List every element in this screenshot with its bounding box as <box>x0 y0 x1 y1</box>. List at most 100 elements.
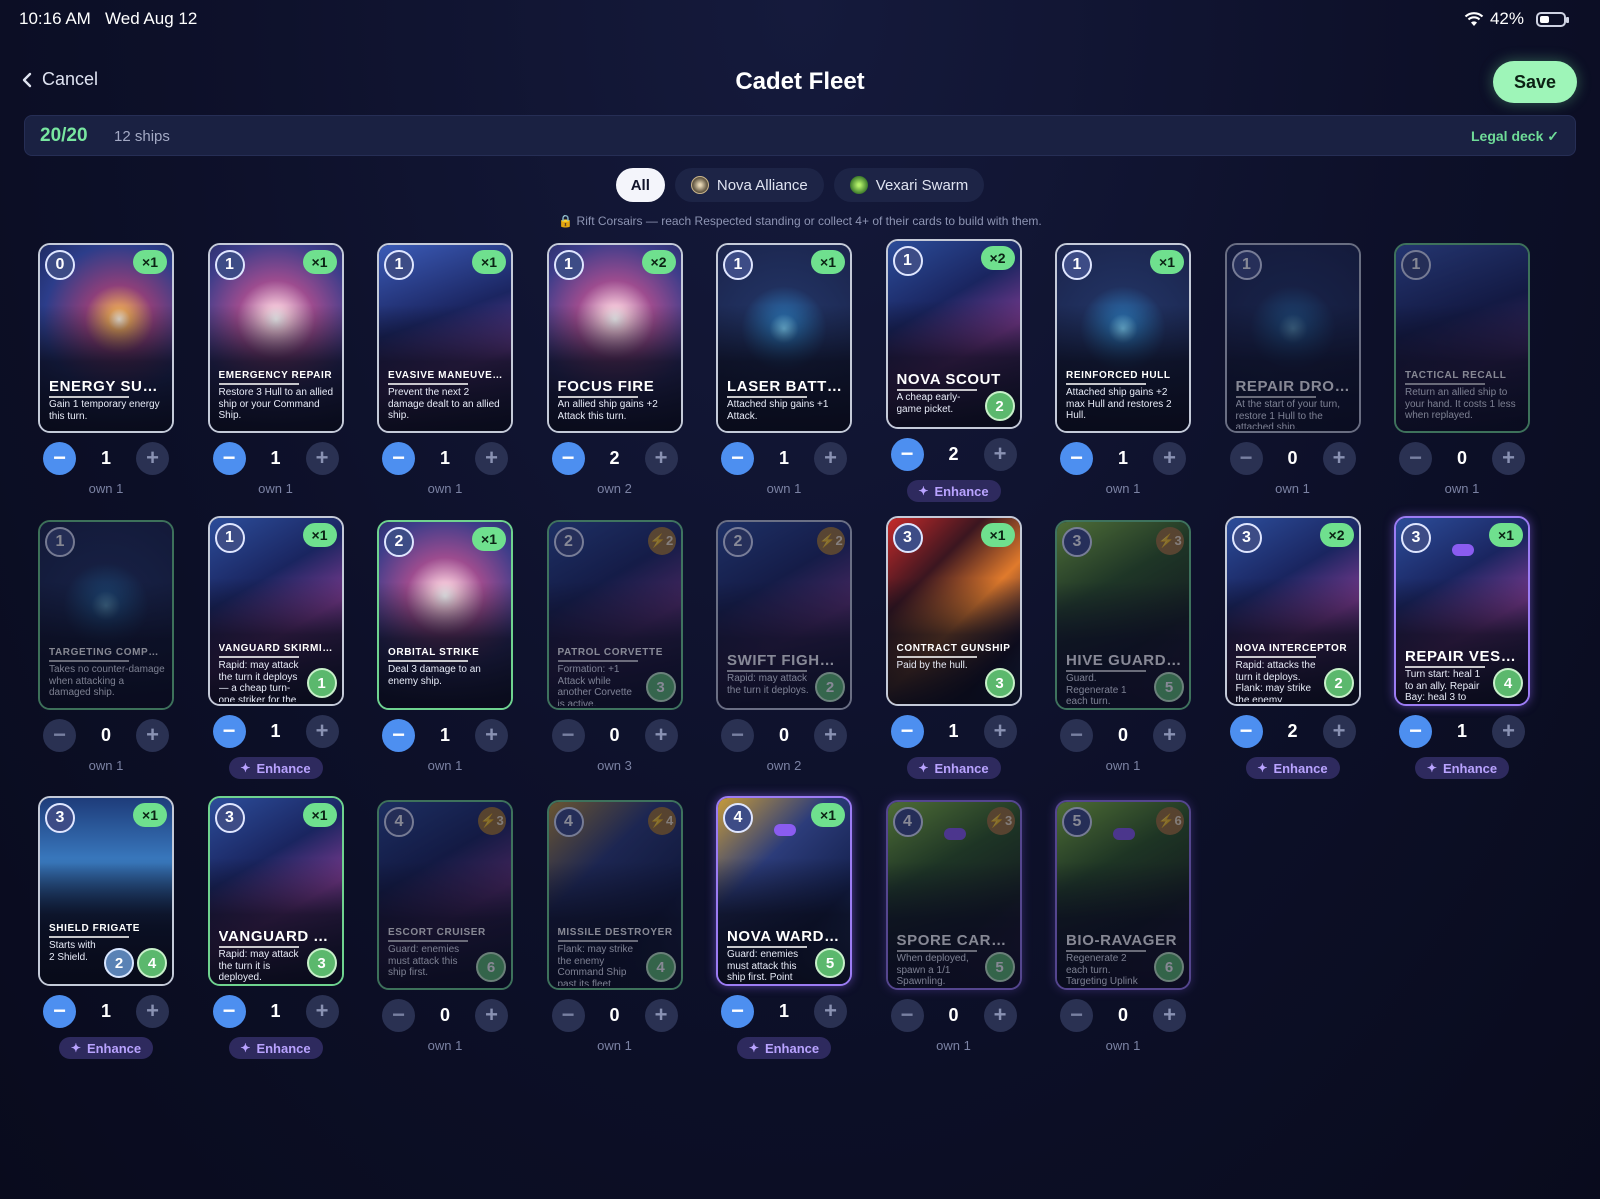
card[interactable]: 1 ×1 Emergency Repair Restore 3 Hull to an … <box>207 243 344 433</box>
decrease-button[interactable]: − <box>212 994 246 1028</box>
decrease-button[interactable]: − <box>551 718 585 752</box>
decrease-button[interactable]: − <box>1060 441 1093 475</box>
decrease-button[interactable]: − <box>382 998 415 1032</box>
decrease-button[interactable]: − <box>43 718 76 752</box>
increase-button[interactable]: + <box>814 994 847 1028</box>
card[interactable]: 2 ⚡2 Patrol Corvette Formation: +1 Attack w… <box>546 520 683 710</box>
card[interactable]: 4 ⚡4 Missile Destroyer Flank: may strike th… <box>546 800 683 990</box>
enhance-button[interactable]: ✦ Enhance <box>906 480 1001 502</box>
increase-button[interactable]: + <box>475 441 508 475</box>
increase-button[interactable]: + <box>1153 718 1186 752</box>
decrease-button[interactable]: − <box>212 714 246 748</box>
decrease-button[interactable]: − <box>1060 718 1093 752</box>
increase-button[interactable]: + <box>136 994 169 1028</box>
enhance-button[interactable]: ✦ Enhance <box>737 1037 831 1059</box>
decrease-button[interactable]: − <box>721 718 754 752</box>
enhance-label: Enhance <box>1442 760 1498 776</box>
decrease-button[interactable]: − <box>551 441 585 475</box>
owned-count: own 3 <box>597 758 632 773</box>
card[interactable]: 0 ×1 Energy Surge Gain 1 temporary energy t… <box>38 243 174 433</box>
enhancement-tag-icon <box>774 824 796 836</box>
increase-button[interactable]: + <box>305 714 339 748</box>
enhance-button[interactable]: ✦ Enhance <box>1245 757 1340 779</box>
increase-button[interactable]: + <box>644 441 678 475</box>
decrease-button[interactable]: − <box>721 441 754 475</box>
card[interactable]: 1 ×1 Laser Battery Attached ship gains +1 A… <box>716 243 852 433</box>
increase-button[interactable]: + <box>644 998 678 1032</box>
increase-button[interactable]: + <box>983 437 1017 471</box>
decrease-button[interactable]: − <box>890 998 924 1032</box>
increase-button[interactable]: + <box>305 441 339 475</box>
increase-button[interactable]: + <box>305 994 339 1028</box>
quantity-controls: − 1 + <box>370 441 520 475</box>
increase-button[interactable]: + <box>983 714 1017 748</box>
increase-button[interactable]: + <box>814 441 847 475</box>
card[interactable]: 1 ×1 Reinforced Hull Attached ship gains +2… <box>1055 243 1191 433</box>
decrease-button[interactable]: − <box>1399 714 1432 748</box>
owned-count: own 1 <box>597 1038 632 1053</box>
filter-all[interactable]: All <box>615 168 665 202</box>
increase-button[interactable]: + <box>1492 441 1525 475</box>
copies-badge: ×2 <box>1319 523 1354 547</box>
decrease-button[interactable]: − <box>382 718 415 752</box>
card[interactable]: 5 ⚡6 Bio-Ravager Regenerate 2 each turn. Ta… <box>1055 800 1191 990</box>
card[interactable]: 1 Tactical Recall Return an allied ship to… <box>1394 243 1530 433</box>
vexari-swarm-icon <box>849 176 868 194</box>
card[interactable]: 1 ×1 Vanguard Skirmish... Rapid: may attack… <box>207 516 344 706</box>
increase-button[interactable]: + <box>1322 714 1356 748</box>
card[interactable]: 3 ×1 Contract Gunship Paid by the hull. 3 <box>885 516 1022 706</box>
card[interactable]: 3 ×1 Shield Frigate Starts with 2 Shield. 2 4 <box>38 796 174 986</box>
increase-button[interactable]: + <box>1322 441 1356 475</box>
enhance-button[interactable]: ✦ Enhance <box>228 757 323 779</box>
increase-button[interactable]: + <box>1153 998 1186 1032</box>
decrease-button[interactable]: − <box>382 441 415 475</box>
owned-count: own 1 <box>766 481 802 496</box>
decrease-button[interactable]: − <box>551 998 585 1032</box>
filter-vexari-swarm[interactable]: Vexari Swarm <box>833 168 985 202</box>
card[interactable]: 1 Targeting Computer Takes no counter-dama… <box>38 520 174 710</box>
decrease-button[interactable]: − <box>1399 441 1432 475</box>
card[interactable]: 1 ×1 Evasive Maneuvers Prevent the next 2 d… <box>377 243 513 433</box>
decrease-button[interactable]: − <box>1229 714 1263 748</box>
increase-button[interactable]: + <box>1153 441 1186 475</box>
card-slot: 3 ×1 Vanguard Ace Rapid: may attack the tur… <box>201 796 351 1070</box>
enhance-button[interactable]: ✦ Enhance <box>906 757 1001 779</box>
increase-button[interactable]: + <box>814 718 847 752</box>
decrease-button[interactable]: − <box>1060 998 1093 1032</box>
card[interactable]: 4 ⚡3 Escort Cruiser Guard: enemies must att… <box>377 800 513 990</box>
card[interactable]: 1 Repair Drone At the start of your turn, … <box>1224 243 1361 433</box>
card[interactable]: 3 ×1 Repair Vessel Turn start: heal 1 to an… <box>1394 516 1530 706</box>
increase-button[interactable]: + <box>475 998 508 1032</box>
name-underline <box>49 936 129 938</box>
card-name: Reinforced Hull <box>1066 370 1171 381</box>
save-button[interactable]: Save <box>1493 61 1577 103</box>
decrease-button[interactable]: − <box>43 441 76 475</box>
card[interactable]: 3 ×1 Vanguard Ace Rapid: may attack the tur… <box>207 796 344 986</box>
decrease-button[interactable]: − <box>43 994 76 1028</box>
increase-button[interactable]: + <box>644 718 678 752</box>
card[interactable]: 4 ×1 Nova Warden Guard: enemies must attack… <box>716 796 852 986</box>
enhance-button[interactable]: ✦ Enhance <box>59 1037 153 1059</box>
card[interactable]: 1 ×2 Nova Scout A cheap early-game picket. 2 <box>885 239 1022 429</box>
card[interactable]: 2 ×1 Orbital Strike Deal 3 damage to an ene… <box>377 520 513 710</box>
decrease-button[interactable]: − <box>721 994 754 1028</box>
decrease-button[interactable]: − <box>890 714 924 748</box>
card[interactable]: 2 ⚡2 Swift Fighter Rapid: may attack the tu… <box>716 520 852 710</box>
card[interactable]: 4 ⚡3 Spore Carrier When deployed, spawn a 1… <box>885 800 1022 990</box>
increase-button[interactable]: + <box>475 718 508 752</box>
filter-nova-alliance[interactable]: Nova Alliance <box>674 168 824 202</box>
decrease-button[interactable]: − <box>1229 441 1263 475</box>
increase-button[interactable]: + <box>1492 714 1525 748</box>
status-indicators: 42% <box>1464 9 1569 29</box>
card[interactable]: 3 ⚡3 Hive Guardian Guard. Regenerate 1 each… <box>1055 520 1191 710</box>
enhance-button[interactable]: ✦ Enhance <box>1415 757 1509 779</box>
increase-button[interactable]: + <box>983 998 1017 1032</box>
name-underline <box>1235 656 1316 658</box>
increase-button[interactable]: + <box>136 718 169 752</box>
increase-button[interactable]: + <box>136 441 169 475</box>
decrease-button[interactable]: − <box>212 441 246 475</box>
card[interactable]: 3 ×2 Nova Interceptor Rapid: attacks the tu… <box>1224 516 1361 706</box>
enhance-button[interactable]: ✦ Enhance <box>228 1037 323 1059</box>
card[interactable]: 1 ×2 Focus Fire An allied ship gains +2 Att… <box>546 243 683 433</box>
decrease-button[interactable]: − <box>890 437 924 471</box>
